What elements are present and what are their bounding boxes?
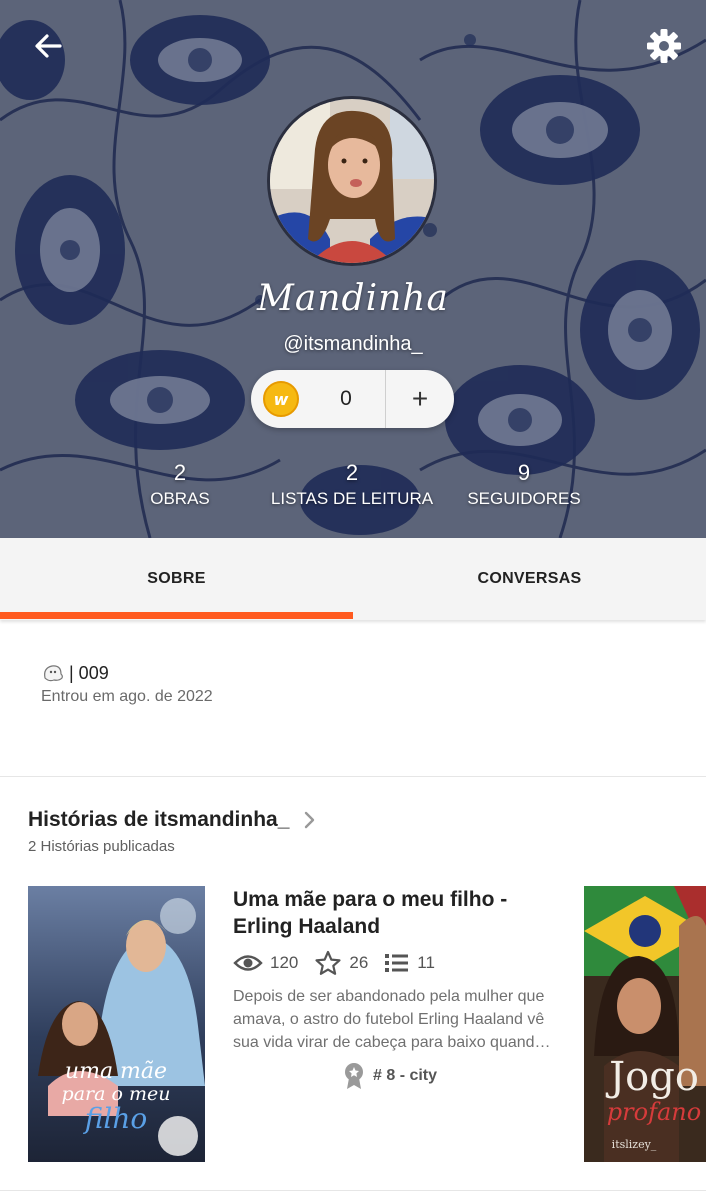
avatar-photo [270,99,434,263]
joined-date: Entrou em ago. de 2022 [41,688,213,705]
story-description: Depois de ser abandonado pela mulher que… [233,988,545,1051]
gear-icon [647,29,681,63]
plus-icon: + [411,383,429,414]
settings-button[interactable] [642,24,686,68]
story-ranking-tag[interactable]: # 8 - city [343,1062,437,1090]
ghost-emoji-icon [44,665,63,682]
story-stats: 120 26 11 [233,950,451,976]
stories-section-link[interactable]: Histórias de itsmandinha_ [28,808,319,832]
section-divider [0,1190,706,1191]
story-cover[interactable]: uma mãe para o meu filho [28,886,205,1162]
story-cover-image: Jogo profano itslizey_ [584,886,706,1162]
ribbon-icon [345,1063,363,1089]
about-description: | 009 [41,662,109,684]
parts-stat: 11 [384,952,435,974]
stat-reading-lists[interactable]: 2 LISTAS DE LEITURA [262,460,442,510]
cover-title-line3: filho [83,1102,148,1135]
profile-tabs: SOBRE CONVERSAS [0,538,706,620]
stat-followers[interactable]: 9 SEGUIDORES [460,460,588,510]
tab-conversations[interactable]: CONVERSAS [353,538,706,620]
coin-count: 0 [340,387,352,410]
add-coins-button[interactable]: + [386,370,454,428]
cover-author: itslizey_ [612,1138,657,1151]
story-cover[interactable]: Jogo profano itslizey_ [584,886,706,1162]
arrow-left-icon [35,34,62,58]
eye-icon [233,955,263,971]
cover-title-line1: Jogo [605,1054,699,1100]
cover-title-line2: profano [607,1098,701,1126]
tab-about[interactable]: SOBRE [0,538,353,620]
active-tab-indicator [0,612,353,619]
votes-stat: 26 [314,950,368,976]
section-divider [0,776,706,777]
reads-stat: 120 [233,952,298,974]
display-name: Mandinha [257,278,449,319]
stories-count: 2 Histórias publicadas [28,838,175,855]
stat-works[interactable]: 2 OBRAS [120,460,240,510]
profile-header: Mandinha @itsmandinha_ w 0 + 2 OBRAS 2 L… [0,0,706,538]
username-handle: @itsmandinha_ [283,333,423,355]
list-icon [385,954,409,972]
cover-title-line1: uma mãe [65,1059,167,1084]
star-icon [315,950,341,975]
chevron-right-icon [305,811,315,829]
avatar[interactable] [267,96,437,266]
back-button[interactable] [26,24,70,68]
coin-icon: w [263,381,299,417]
story-title[interactable]: Uma mãe para o meu filho - Erling Haalan… [233,886,553,940]
story-cover-image: uma mãe para o meu filho [28,886,205,1162]
coin-balance: w 0 + [251,370,454,428]
